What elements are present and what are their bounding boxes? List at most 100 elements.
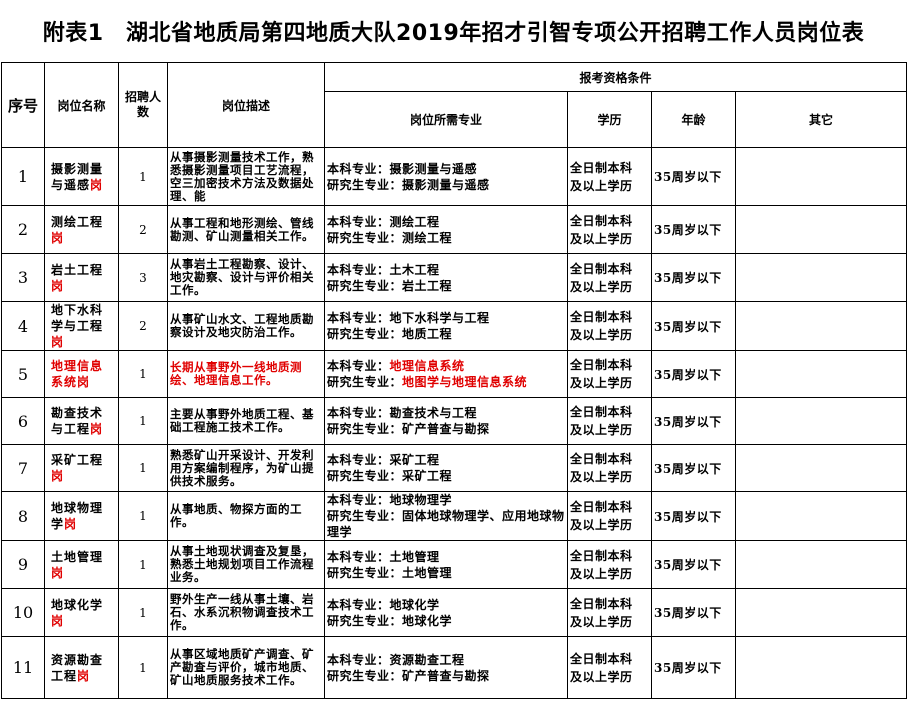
row-major: 本科专业：地球化学 研究生专业：地球化学	[324, 588, 568, 637]
major-undergrad: 本科专业：资源勘查工程	[327, 652, 465, 667]
row-count: 1	[118, 444, 168, 492]
position-name-line: 岗	[51, 613, 116, 629]
table-row: 8 地球物理 学岗 1 从事地质、物探方面的工作。 本科专业：地球物理学 研究生专业：固体地…	[1, 491, 907, 541]
description-text: 从事摄影测量技术工作，熟悉摄影测量项目工艺流程，空三加密技术方法及数据处理、能	[170, 150, 314, 203]
education-line: 及以上学历	[570, 328, 633, 342]
position-name-line: 勘查技术	[51, 406, 104, 420]
row-count: 1	[118, 397, 168, 445]
row-description: 主要从事野外地质工程、基础工程施工技术工作。	[167, 397, 325, 445]
major-undergrad: 本科专业：勘查技术与工程	[327, 406, 478, 420]
row-other	[734, 491, 907, 541]
table-row: 5 地理信息 系统岗 1 长期从事野外一线地质测绘、地理信息工作。 本科专业：地理信息系统…	[1, 350, 907, 398]
position-suffix: 岗	[51, 230, 65, 245]
position-name-line: 学岗	[51, 517, 78, 531]
education-line: 全日制本科	[570, 160, 633, 175]
table-row: 9 土地管理岗 1 从事土地现状调查及复垦，熟悉土地规划项目工作流程业务。 本科专业：土…	[1, 540, 907, 589]
row-other	[734, 350, 907, 398]
row-education: 全日制本科及以上学历	[567, 491, 652, 541]
row-major: 本科专业：地球物理学 研究生专业：固体地球物理学、应用地球物理学	[324, 491, 568, 541]
major-graduate: 研究生专业：地球化学	[327, 613, 453, 628]
row-education: 全日制本科 及以上学历	[567, 205, 652, 254]
position-name-line: 采矿工程	[51, 453, 104, 467]
major-graduate: 研究生专业：地图学与地理信息系统	[327, 375, 528, 389]
row-education: 全日制本科及以上学历	[567, 444, 652, 492]
row-seq: 10	[1, 588, 45, 637]
education-line: 及以上学历	[570, 423, 633, 437]
row-age: 35周岁以下	[651, 636, 736, 699]
position-suffix: 岗	[51, 565, 65, 580]
row-seq: 3	[1, 253, 45, 302]
row-seq: 8	[1, 491, 45, 541]
table-row: 1 摄影测量 与遥感岗 1 从事摄影测量技术工作，熟悉摄影测量项目工艺流程，空三加密技术…	[1, 147, 907, 206]
table-row: 6 勘查技术 与工程岗 1 主要从事野外地质工程、基础工程施工技术工作。 本科专业：勘查技…	[1, 397, 907, 445]
position-name-line: 工程岗	[51, 668, 91, 683]
row-education: 全日制本科 及以上学历	[567, 540, 652, 589]
row-count: 1	[118, 636, 168, 699]
row-major: 本科专业：土木工程 研究生专业：岩土工程	[324, 253, 568, 302]
row-major: 本科专业：勘查技术与工程 研究生专业：矿产普查与勘探	[324, 397, 568, 445]
header-qualifications: 报考资格条件	[323, 62, 907, 92]
row-count: 1	[118, 350, 168, 398]
row-major: 本科专业：摄影测量与遥感 研究生专业：摄影测量与遥感	[324, 147, 568, 206]
row-position-name: 采矿工程岗	[44, 444, 119, 492]
row-major: 本科专业：地理信息系统研究生专业：地图学与地理信息系统	[324, 350, 568, 398]
education-line: 全日制本科	[570, 651, 633, 666]
description-text: 从事工程和地形测绘、管线勘测、矿山测量相关工作。	[170, 216, 314, 243]
row-description: 熟悉矿山开采设计、开发利用方案编制程序，为矿山提供技术服务。	[167, 444, 325, 492]
major-name: 地理信息系统	[389, 359, 465, 373]
major-graduate: 研究生专业：地质工程	[327, 327, 453, 341]
position-name-line: 岗	[51, 278, 116, 294]
row-education: 全日制本科 及以上学历	[567, 147, 652, 206]
position-name-line: 与遥感岗	[51, 177, 104, 192]
row-description: 从事矿山水文、工程地质勘察设计及地灾防治工作。	[167, 301, 325, 351]
description-text: 长期从事野外一线地质测绘、地理信息工作。	[170, 361, 302, 387]
row-age: 35周岁以下	[651, 205, 736, 254]
row-education: 全日制本科 及以上学历	[567, 301, 652, 351]
row-count: 1	[118, 540, 168, 589]
major-undergrad: 本科专业：土木工程	[327, 262, 440, 277]
major-graduate: 研究生专业：固体地球物理学、应用地球物理学	[327, 509, 565, 539]
row-other	[734, 253, 907, 302]
row-position-name: 地下水科 学与工程岗	[44, 301, 119, 351]
education-line: 及以上学历	[570, 518, 633, 532]
description-text: 从事矿山水文、工程地质勘察设计及地灾防治工作。	[170, 313, 314, 339]
position-suffix: 岗	[90, 177, 104, 192]
table-row: 11 资源勘查 工程岗 1 从事区域地质矿产调查、矿产勘查与评价，城市地质、矿山地质服务…	[1, 636, 907, 699]
row-other	[734, 636, 907, 699]
row-other	[734, 397, 907, 445]
position-suffix: 岗	[90, 422, 104, 436]
table-row: 2 测绘工程岗 2 从事工程和地形测绘、管线勘测、矿山测量相关工作。 本科专业：测绘工程…	[1, 205, 907, 254]
education-line: 全日制本科	[570, 500, 633, 514]
row-other	[734, 205, 907, 254]
position-name-line: 系统岗	[51, 375, 91, 389]
education-line: 及以上学历	[570, 376, 633, 390]
major-graduate: 研究生专业：采矿工程	[327, 469, 453, 483]
major-undergrad: 本科专业：地球化学	[327, 597, 440, 612]
position-suffix: 岗	[51, 278, 65, 293]
description-text: 野外生产一线从事土壤、岩石、水系沉积物调查技术工作。	[170, 593, 314, 632]
row-position-name: 摄影测量 与遥感岗	[44, 147, 119, 206]
major-graduate: 研究生专业：测绘工程	[327, 230, 453, 245]
row-description: 从事土地现状调查及复垦，熟悉土地规划项目工作流程业务。	[167, 540, 325, 589]
position-suffix: 岗	[51, 335, 65, 349]
position-name-line: 岗	[51, 230, 116, 246]
description-text: 从事区域地质矿产调查、矿产勘查与评价，城市地质、矿山地质服务技术工作。	[170, 648, 314, 687]
education-line: 及以上学历	[570, 231, 633, 246]
education-line: 及以上学历	[570, 614, 633, 629]
major-undergrad: 本科专业：地理信息系统	[327, 359, 465, 373]
row-age: 35周岁以下	[651, 397, 736, 445]
header-major: 岗位所需专业	[324, 91, 568, 148]
row-count: 1	[118, 588, 168, 637]
row-description: 从事岩土工程勘察、设计、地灾勘察、设计与评价相关工作。	[167, 253, 325, 302]
position-suffix: 岗	[51, 613, 65, 628]
page-title: 附表1 湖北省地质局第四地质大队2019年招才引智专项公开招聘工作人员岗位表	[42, 21, 865, 46]
row-position-name: 测绘工程岗	[44, 205, 119, 254]
education-line: 及以上学历	[570, 470, 633, 484]
row-position-name: 岩土工程岗	[44, 253, 119, 302]
table-row: 4 地下水科 学与工程岗 2 从事矿山水文、工程地质勘察设计及地灾防治工作。 本科专业：地…	[1, 301, 907, 351]
education-line: 全日制本科	[570, 452, 633, 466]
row-position-name: 资源勘查 工程岗	[44, 636, 119, 699]
header-other: 其它	[734, 91, 907, 148]
education-line: 全日制本科	[570, 596, 633, 611]
row-seq: 1	[1, 147, 45, 206]
